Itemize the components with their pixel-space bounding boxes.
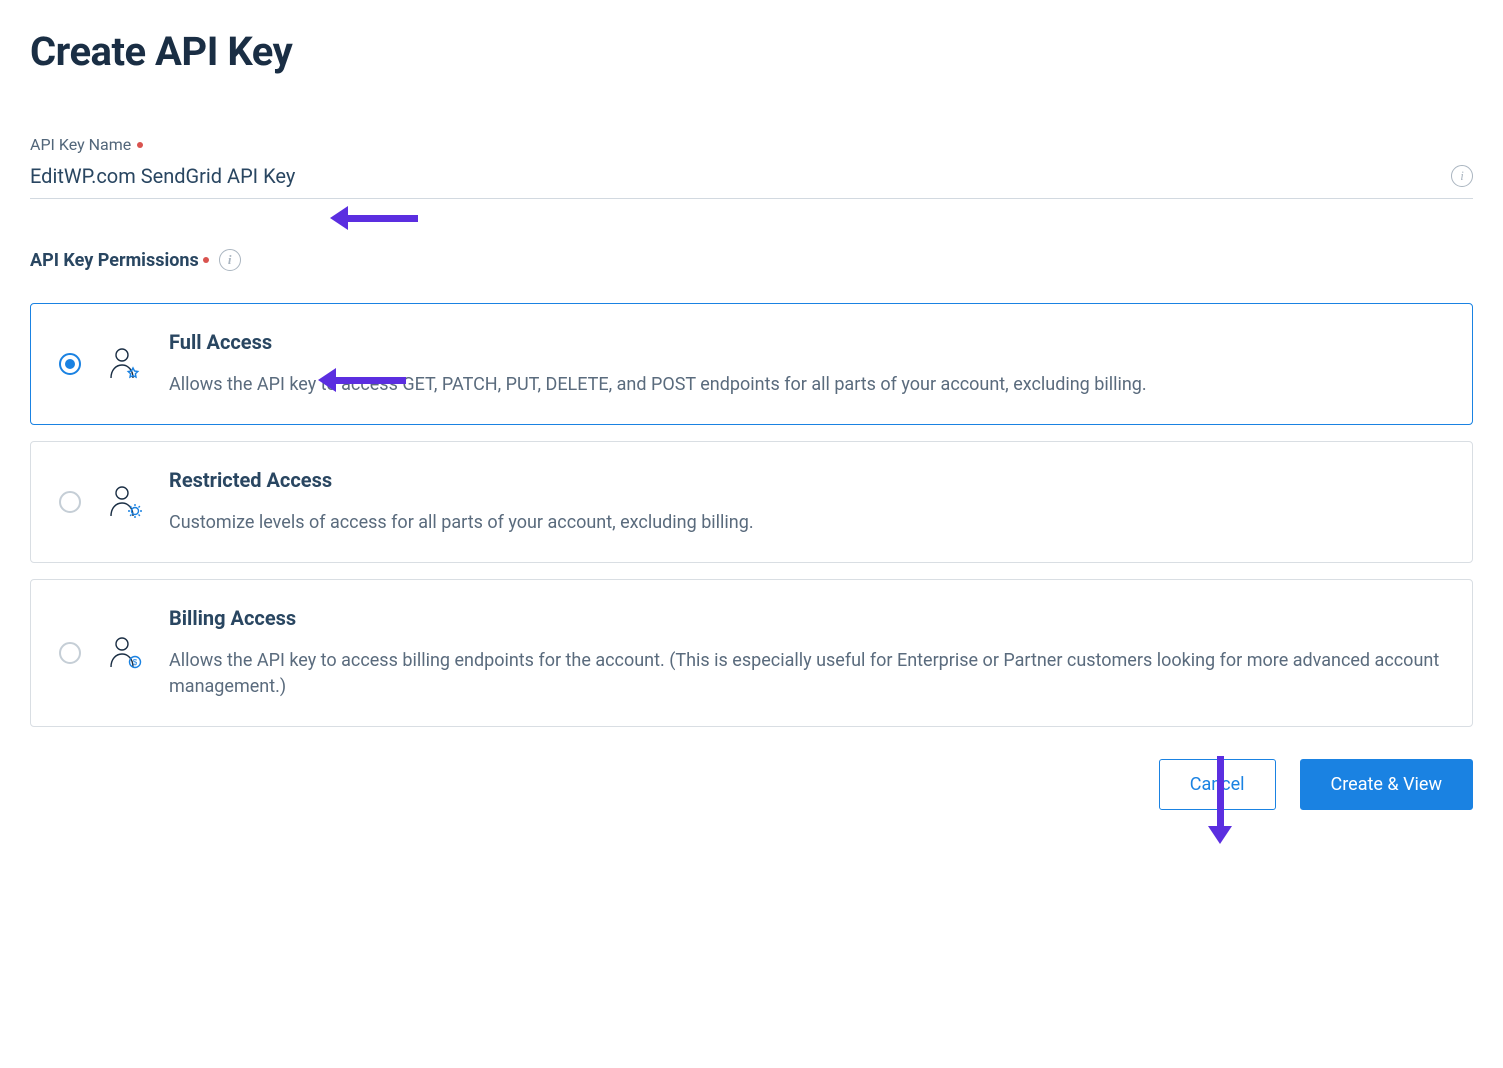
permissions-section-text: API Key Permissions — [30, 250, 199, 271]
person-star-icon — [107, 346, 143, 382]
page-title: Create API Key — [30, 28, 1473, 75]
required-indicator-icon — [137, 142, 143, 148]
permission-content: Full Access Allows the API key to access… — [169, 330, 1444, 398]
radio-button[interactable] — [59, 353, 81, 375]
info-icon[interactable]: i — [219, 249, 241, 271]
permission-description: Allows the API key to access GET, PATCH,… — [169, 372, 1444, 398]
permission-description: Allows the API key to access billing end… — [169, 648, 1444, 700]
svg-text:$: $ — [133, 658, 138, 667]
permission-option-full-access[interactable]: Full Access Allows the API key to access… — [30, 303, 1473, 425]
form-actions: Cancel Create & View — [30, 759, 1473, 810]
permissions-list: Full Access Allows the API key to access… — [30, 303, 1473, 727]
api-key-name-label-text: API Key Name — [30, 135, 131, 154]
annotation-arrow-icon — [330, 206, 418, 230]
radio-selected-indicator-icon — [65, 359, 75, 369]
permission-title: Restricted Access — [169, 468, 1444, 492]
info-icon[interactable]: i — [1451, 165, 1473, 187]
permissions-section-label: API Key Permissions i — [30, 249, 1473, 271]
permission-title: Full Access — [169, 330, 1444, 354]
permission-option-billing-access[interactable]: $ Billing Access Allows the API key to a… — [30, 579, 1473, 727]
required-indicator-icon — [203, 257, 209, 263]
permission-title: Billing Access — [169, 606, 1444, 630]
api-key-name-input[interactable] — [30, 160, 1451, 192]
cancel-button[interactable]: Cancel — [1159, 759, 1276, 810]
permission-description: Customize levels of access for all parts… — [169, 510, 1444, 536]
api-key-name-label: API Key Name — [30, 135, 1473, 154]
permission-option-restricted-access[interactable]: Restricted Access Customize levels of ac… — [30, 441, 1473, 563]
permission-content: Restricted Access Customize levels of ac… — [169, 468, 1444, 536]
person-dollar-icon: $ — [107, 635, 143, 671]
api-key-name-row: i — [30, 160, 1473, 199]
radio-button[interactable] — [59, 491, 81, 513]
person-gear-icon — [107, 484, 143, 520]
radio-button[interactable] — [59, 642, 81, 664]
create-view-button[interactable]: Create & View — [1300, 759, 1473, 810]
permission-content: Billing Access Allows the API key to acc… — [169, 606, 1444, 700]
